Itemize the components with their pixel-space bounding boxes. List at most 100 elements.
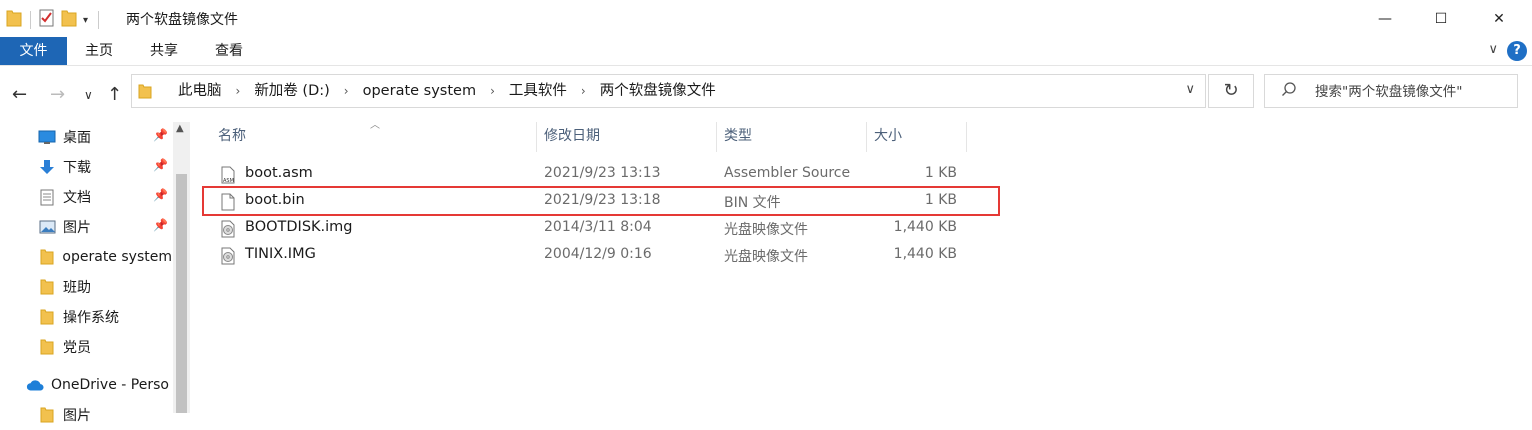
sidebar-item-onedrive[interactable]: OneDrive - Perso: [0, 370, 172, 400]
expand-ribbon-icon[interactable]: ∨: [1488, 42, 1498, 57]
file-date: 2021/9/23 13:13: [544, 165, 661, 181]
column-divider[interactable]: [716, 122, 717, 152]
file-size: 1,440 KB: [893, 219, 957, 235]
annotation-highlight-box: [202, 186, 1000, 216]
folder-icon[interactable]: [6, 9, 22, 31]
column-divider[interactable]: [536, 122, 537, 152]
column-header-type[interactable]: 类型: [724, 122, 752, 152]
breadcrumb-tools[interactable]: 工具软件: [509, 75, 567, 107]
scrollbar-thumb[interactable]: [176, 174, 187, 413]
properties-icon[interactable]: [39, 9, 55, 31]
pin-icon[interactable]: 📌: [153, 188, 168, 202]
column-divider[interactable]: [966, 122, 967, 152]
sidebar-item-dangyuan[interactable]: 党员: [0, 332, 172, 362]
forward-button[interactable]: →: [50, 84, 65, 105]
sidebar-item-downloads[interactable]: 下载 📌: [0, 152, 172, 182]
file-list: ︿ 名称 修改日期 类型 大小 ASM boot.asm 2021/9/23 1…: [190, 120, 1532, 413]
pin-icon[interactable]: 📌: [153, 158, 168, 172]
folder-icon: [38, 308, 56, 326]
onedrive-icon: [26, 376, 44, 394]
sidebar-item-documents[interactable]: 文档 📌: [0, 182, 172, 212]
column-header-date[interactable]: 修改日期: [544, 122, 600, 152]
help-icon[interactable]: ?: [1507, 41, 1527, 61]
address-bar[interactable]: 此电脑 › 新加卷 (D:) › operate system › 工具软件 ›…: [131, 74, 1206, 108]
folder-icon: [38, 248, 55, 266]
disc-image-icon: [220, 220, 236, 242]
file-size: 1 KB: [924, 165, 957, 181]
navigation-pane: 桌面 📌 下载 📌 文档 📌 图片 📌 operate system 班助 操作…: [0, 122, 190, 424]
search-input[interactable]: [1313, 80, 1513, 104]
folder-icon: [38, 406, 56, 424]
tab-home[interactable]: 主页: [67, 37, 131, 65]
sidebar-item-label: 下载: [63, 160, 91, 176]
sidebar-item-label: 文档: [63, 190, 91, 206]
pin-icon[interactable]: 📌: [153, 128, 168, 142]
pin-icon[interactable]: 📌: [153, 218, 168, 232]
back-button[interactable]: ←: [12, 84, 27, 105]
sidebar-item-onedrive-pictures[interactable]: 图片: [0, 400, 172, 430]
tab-view[interactable]: 查看: [197, 37, 261, 65]
sidebar-scrollbar[interactable]: ▲: [173, 122, 190, 413]
breadcrumb-separator[interactable]: ›: [344, 75, 349, 107]
breadcrumb-separator[interactable]: ›: [236, 75, 241, 107]
svg-text:ASM: ASM: [223, 178, 234, 184]
folder-icon: [38, 278, 56, 296]
table-row[interactable]: TINIX.IMG 2004/12/9 0:16 光盘映像文件 1,440 KB: [200, 242, 980, 269]
file-size: 1,440 KB: [893, 246, 957, 262]
sidebar-item-pictures[interactable]: 图片 📌: [0, 212, 172, 242]
refresh-button[interactable]: ↻: [1208, 74, 1254, 108]
sidebar-item-banzhu[interactable]: 班助: [0, 272, 172, 302]
breadcrumb-this-pc[interactable]: 此电脑: [178, 75, 222, 107]
maximize-button[interactable]: ☐: [1418, 0, 1464, 37]
disc-image-icon: [220, 247, 236, 269]
sidebar-item-label: 图片: [63, 220, 91, 236]
sidebar-item-operate-system[interactable]: operate system: [0, 242, 172, 272]
breadcrumb-drive-d[interactable]: 新加卷 (D:): [254, 75, 329, 107]
up-button[interactable]: ↑: [107, 84, 122, 105]
column-divider[interactable]: [866, 122, 867, 152]
breadcrumb: 此电脑 › 新加卷 (D:) › operate system › 工具软件 ›…: [178, 75, 716, 107]
file-name: TINIX.IMG: [245, 246, 316, 262]
quick-access-toolbar: ▾: [6, 9, 103, 31]
sidebar-item-label: 桌面: [63, 130, 91, 146]
sidebar-item-label: operate system: [62, 249, 172, 265]
breadcrumb-separator[interactable]: ›: [490, 75, 495, 107]
minimize-button[interactable]: —: [1362, 0, 1408, 37]
table-row[interactable]: BOOTDISK.img 2014/3/11 8:04 光盘映像文件 1,440…: [200, 215, 980, 242]
window-title: 两个软盘镜像文件: [126, 12, 238, 28]
breadcrumb-separator[interactable]: ›: [581, 75, 586, 107]
search-box[interactable]: [1264, 74, 1518, 108]
close-button[interactable]: ✕: [1476, 0, 1522, 37]
scroll-up-icon[interactable]: ▲: [176, 123, 184, 134]
navigation-bar: ← → ∨ ↑ 此电脑 › 新加卷 (D:) › operate system …: [0, 66, 1532, 122]
folder-icon: [38, 338, 56, 356]
sidebar-item-os[interactable]: 操作系统: [0, 302, 172, 332]
column-header-name[interactable]: 名称: [218, 122, 246, 152]
sort-ascending-icon: ︿: [370, 120, 380, 131]
tab-file[interactable]: 文件: [0, 37, 67, 65]
title-bar: ▾ 两个软盘镜像文件 — ☐ ✕: [0, 0, 1532, 37]
file-type: 光盘映像文件: [724, 249, 808, 265]
breadcrumb-current-folder[interactable]: 两个软盘镜像文件: [600, 75, 716, 107]
recent-locations-button[interactable]: ∨: [84, 88, 93, 102]
column-header-size[interactable]: 大小: [874, 122, 902, 152]
file-date: 2004/12/9 0:16: [544, 246, 652, 262]
sidebar-item-label: OneDrive - Perso: [51, 377, 169, 393]
address-dropdown-icon[interactable]: ∨: [1185, 82, 1195, 97]
sidebar-item-desktop[interactable]: 桌面 📌: [0, 122, 172, 152]
customize-toolbar-icon[interactable]: ▾: [83, 15, 88, 26]
new-folder-icon[interactable]: [61, 9, 77, 31]
file-type: 光盘映像文件: [724, 222, 808, 238]
pictures-icon: [38, 218, 56, 236]
file-type: Assembler Source: [724, 165, 851, 181]
sidebar-item-label: 党员: [63, 340, 91, 356]
ribbon-tabs: 文件 主页 共享 查看 ∨ ?: [0, 37, 1532, 66]
folder-icon: [138, 83, 152, 103]
breadcrumb-operate-system[interactable]: operate system: [363, 75, 476, 107]
sidebar-item-label: 班助: [63, 280, 91, 296]
toolbar-divider: [98, 11, 100, 29]
tab-share[interactable]: 共享: [131, 37, 197, 65]
download-icon: [38, 158, 56, 176]
table-row[interactable]: ASM boot.asm 2021/9/23 13:13 Assembler S…: [200, 161, 980, 188]
asm-file-icon: ASM: [220, 166, 236, 188]
